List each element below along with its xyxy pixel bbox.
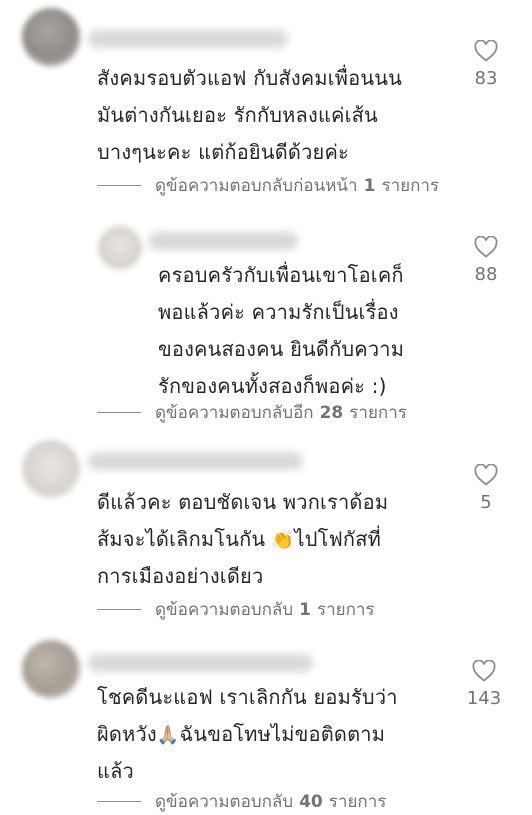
heart-icon (472, 660, 496, 682)
like-button[interactable]: 143 (454, 660, 514, 709)
username-blurred[interactable] (88, 452, 303, 470)
divider-line (97, 185, 141, 186)
view-replies-link[interactable]: ดูข้อความตอบกลับ 1 รายการ (97, 596, 375, 623)
view-replies-link[interactable]: ดูข้อความตอบกลับ 40 รายการ (97, 788, 386, 815)
divider-line (97, 412, 141, 413)
username-blurred[interactable] (88, 30, 288, 48)
heart-icon (474, 464, 498, 486)
clapping-hands-emoji: 👏 (271, 530, 295, 551)
view-replies-link[interactable]: ดูข้อความตอบกลับอีก 28 รายการ (97, 399, 407, 426)
comment-text: ดีแล้วคะ ตอบชัดเจน พวกเราด้อม ส้มจะได้เล… (97, 490, 389, 588)
heart-icon (474, 236, 498, 258)
like-count: 83 (474, 68, 498, 89)
avatar[interactable] (22, 440, 80, 498)
avatar[interactable] (98, 226, 142, 270)
like-button[interactable]: 88 (456, 236, 516, 285)
avatar[interactable] (22, 640, 80, 698)
like-count: 143 (466, 688, 502, 709)
folded-hands-emoji: 🙏🏼 (156, 725, 180, 746)
comment-text: สังคมรอบตัวแอฟ กับสังคมเพื่อนนน มันต่างก… (97, 66, 403, 164)
username-blurred[interactable] (148, 232, 298, 250)
divider-line (97, 609, 141, 610)
view-replies-link[interactable]: ดูข้อความตอบกลับก่อนหน้า 1 รายการ (97, 172, 439, 199)
like-count: 5 (480, 492, 492, 513)
username-blurred[interactable] (88, 654, 313, 672)
heart-icon (474, 40, 498, 62)
comment-text: ครอบครัวกับเพื่อนเขาโอเคก็ พอแล้วค่ะ ควา… (158, 263, 405, 398)
like-button[interactable]: 83 (456, 40, 516, 89)
avatar[interactable] (22, 8, 80, 66)
divider-line (97, 801, 141, 802)
like-button[interactable]: 5 (456, 464, 516, 513)
like-count: 88 (474, 264, 498, 285)
comment-text: โชคดีนะแอฟ เราเลิกกัน ยอมรับว่า ผิดหวัง🙏… (97, 685, 398, 783)
